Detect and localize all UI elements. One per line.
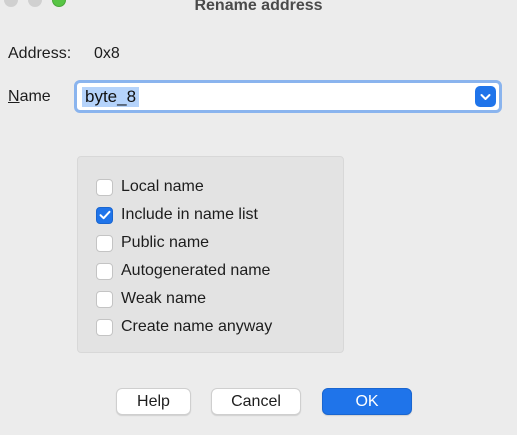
weak-name-checkbox[interactable] xyxy=(96,290,113,308)
name-input-value[interactable]: byte_8 xyxy=(82,87,140,107)
name-options-group: Local name Include in name list Public n… xyxy=(77,156,344,353)
local-name-option[interactable]: Local name xyxy=(96,177,204,197)
name-combobox[interactable]: byte_8 xyxy=(74,80,502,113)
include-in-name-list-checkbox[interactable] xyxy=(96,206,113,224)
local-name-label: Local name xyxy=(121,178,204,195)
rename-address-dialog: Rename address Address: 0x8 Name byte_8 … xyxy=(0,0,517,435)
autogenerated-name-option[interactable]: Autogenerated name xyxy=(96,261,270,281)
name-label-mnemonic: N xyxy=(8,88,20,105)
address-label: Address: xyxy=(8,45,72,62)
public-name-checkbox[interactable] xyxy=(96,234,113,252)
weak-name-label: Weak name xyxy=(121,290,207,307)
include-in-name-list-option[interactable]: Include in name list xyxy=(96,205,258,225)
include-in-name-list-label: Include in name list xyxy=(121,206,258,223)
name-label-rest: ame xyxy=(19,88,51,105)
cancel-button[interactable]: Cancel xyxy=(211,388,301,415)
create-name-anyway-checkbox[interactable] xyxy=(96,318,113,336)
create-name-anyway-option[interactable]: Create name anyway xyxy=(96,317,272,337)
weak-name-option[interactable]: Weak name xyxy=(96,289,206,309)
name-dropdown-button[interactable] xyxy=(475,86,496,107)
window-title: Rename address xyxy=(194,0,323,14)
address-value: 0x8 xyxy=(94,45,120,62)
public-name-option[interactable]: Public name xyxy=(96,233,209,253)
autogenerated-name-checkbox[interactable] xyxy=(96,262,113,280)
public-name-label: Public name xyxy=(121,234,210,251)
local-name-checkbox[interactable] xyxy=(96,178,113,196)
name-label: Name xyxy=(8,88,51,106)
chevron-down-icon xyxy=(480,93,491,100)
checkmark-icon xyxy=(99,210,110,220)
autogenerated-name-label: Autogenerated name xyxy=(121,262,271,279)
title-bar: Rename address xyxy=(0,0,517,24)
create-name-anyway-label: Create name anyway xyxy=(121,318,273,335)
help-button[interactable]: Help xyxy=(116,388,191,415)
ok-button[interactable]: OK xyxy=(322,388,412,415)
